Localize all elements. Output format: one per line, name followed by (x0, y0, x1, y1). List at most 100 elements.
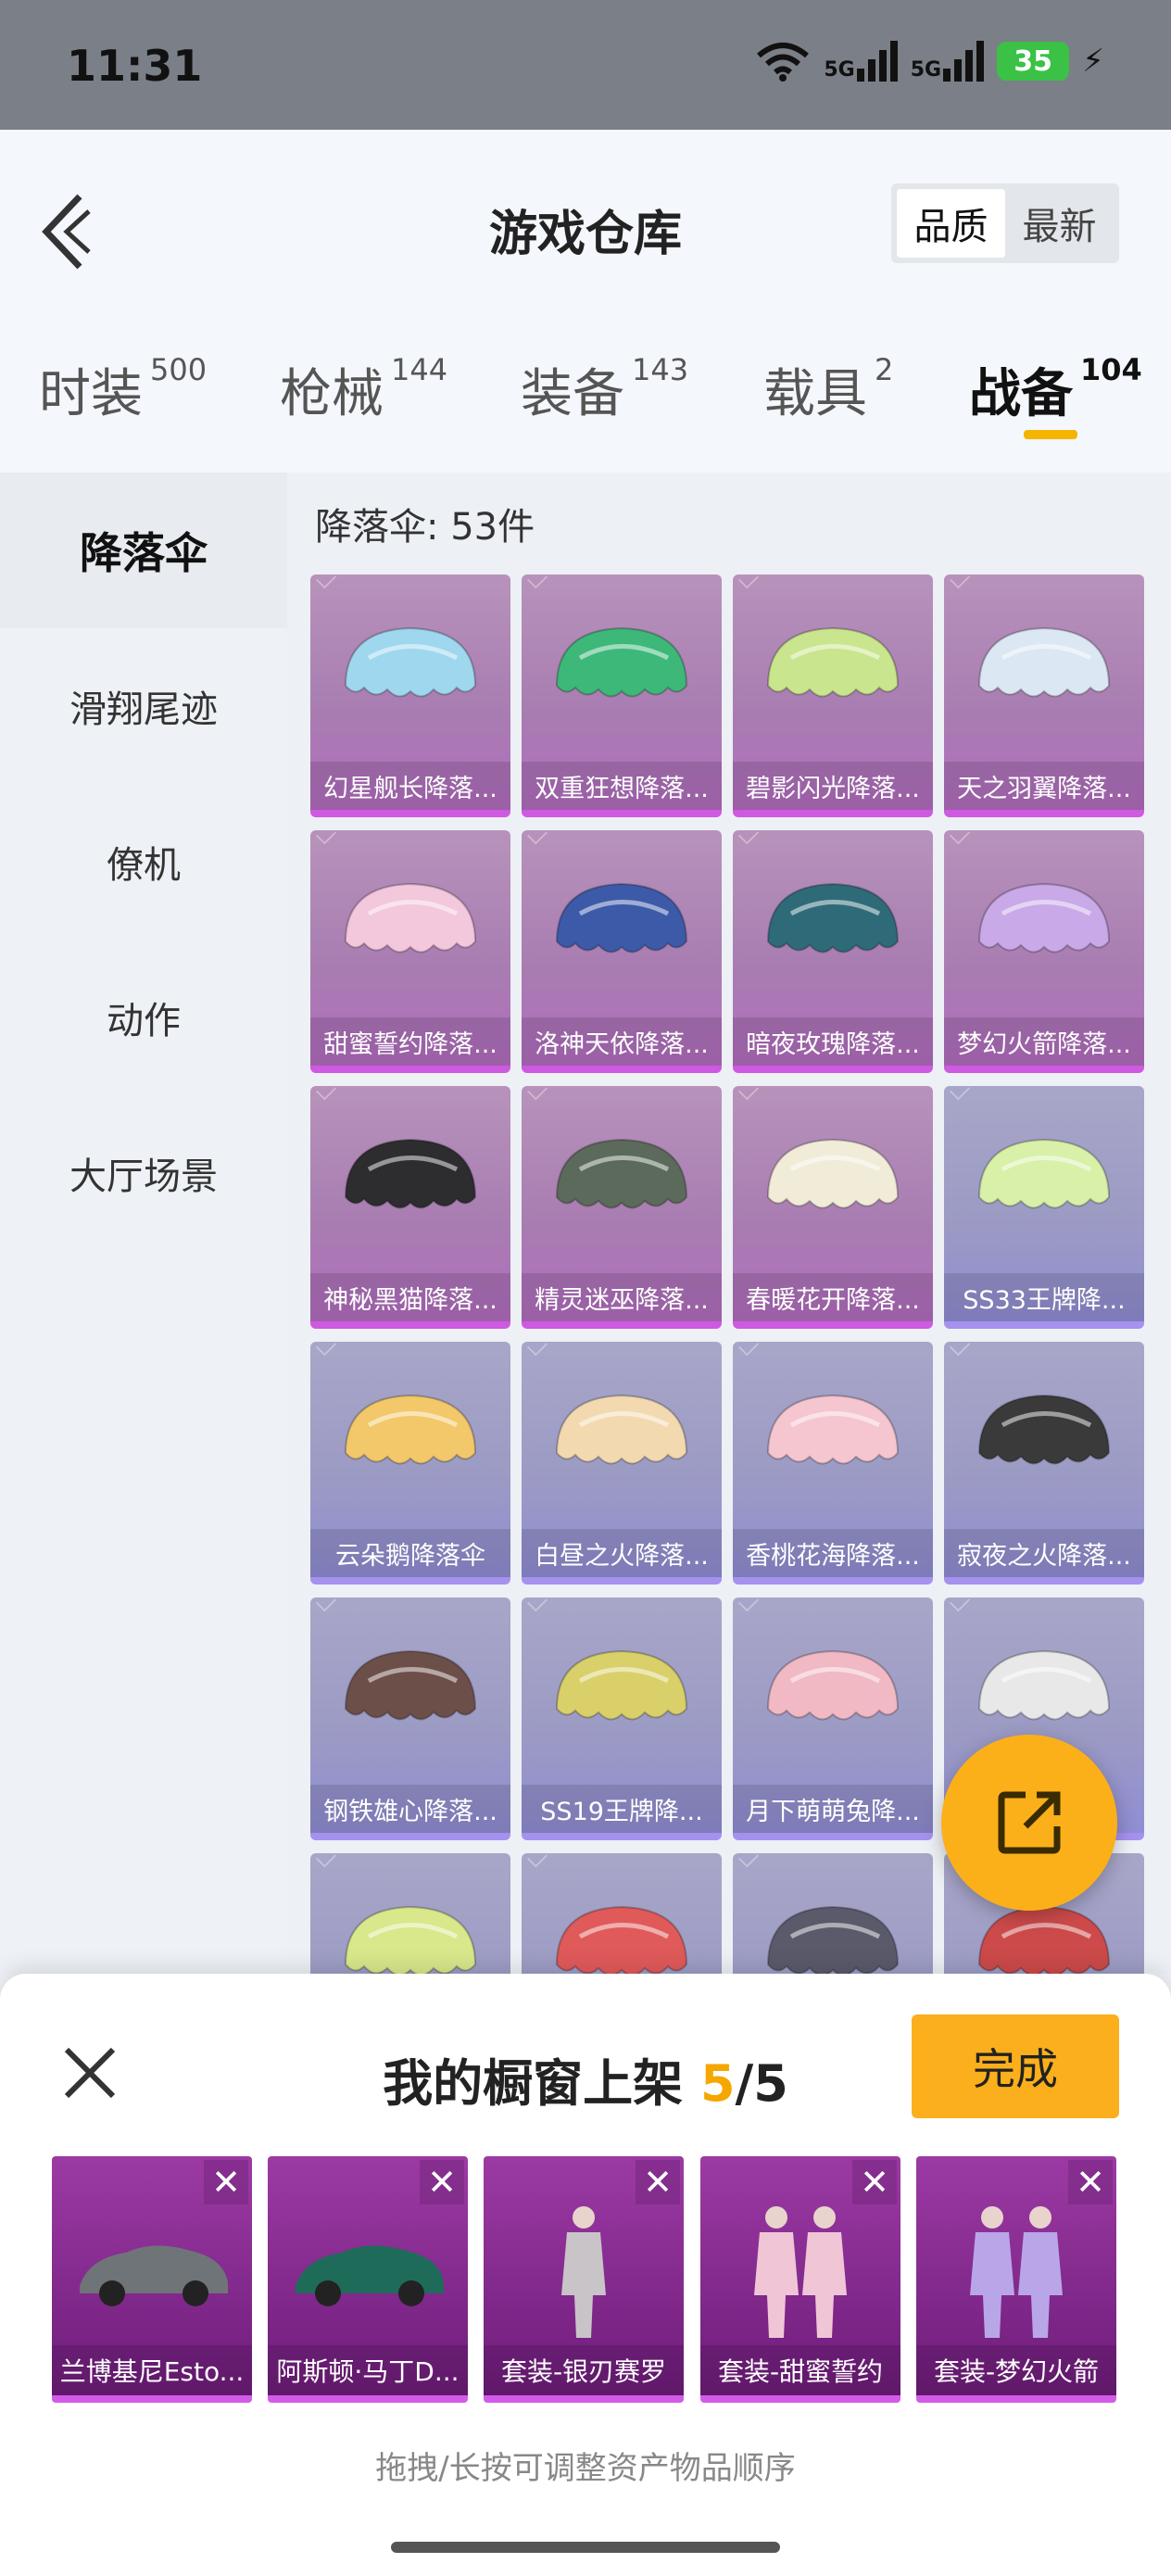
share-button[interactable] (941, 1735, 1117, 1911)
tab-gear[interactable]: 战备 104 (969, 352, 1142, 427)
home-indicator[interactable] (391, 2542, 780, 2553)
sort-option-quality[interactable]: 品质 (897, 189, 1005, 258)
parachute-icon (766, 1905, 900, 1974)
parachute-card[interactable]: 云朵鹅降落伞 (310, 1342, 510, 1585)
sidebar-item-lobby-scene[interactable]: 大厅场景 (0, 1095, 287, 1251)
sidebar-item-wingman[interactable]: 僚机 (0, 784, 287, 940)
parachute-icon (977, 1138, 1111, 1209)
parachute-icon (977, 1394, 1111, 1465)
parachute-card[interactable]: 双重狂想降落... (522, 575, 722, 817)
check-icon (527, 1597, 548, 1612)
parachute-icon (766, 1394, 900, 1465)
sort-toggle: 品质 最新 (891, 183, 1119, 263)
tab-vehicles[interactable]: 载具 2 (763, 352, 893, 427)
parachute-card[interactable]: 白昼之火降落... (522, 1342, 722, 1585)
parachute-card[interactable]: 甜蜜誓约降落... (310, 830, 510, 1073)
check-icon (738, 575, 760, 589)
parachute-card[interactable]: 梦幻火箭降落... (944, 830, 1144, 1073)
parachute-card[interactable]: 香桃花海降落... (733, 1342, 933, 1585)
parachute-card-label: 寂夜之火降落... (944, 1529, 1144, 1577)
parachute-card[interactable]: 钢铁雄心降落... (310, 1597, 510, 1840)
done-button[interactable]: 完成 (912, 2014, 1119, 2118)
car-icon (80, 2245, 228, 2306)
parachute-card[interactable]: SS19王牌降... (522, 1597, 722, 1840)
tab-label: 时装 (39, 364, 143, 424)
parachute-icon (344, 1905, 477, 1974)
showcase-item-label: 阿斯顿·马丁D... (268, 2345, 468, 2395)
showcase-title-text: 我的橱窗上架 (383, 2054, 700, 2113)
parachute-card[interactable]: 天之羽翼降落... (944, 575, 1144, 817)
parachute-card[interactable] (522, 1853, 722, 1974)
parachute-card[interactable]: 碧影闪光降落... (733, 575, 933, 817)
showcase-item[interactable]: ✕ 阿斯顿·马丁D... (268, 2156, 468, 2403)
parachute-card[interactable]: 月下萌萌兔降... (733, 1597, 933, 1840)
character-outfit-icon (754, 2206, 847, 2338)
parachute-icon (766, 626, 900, 698)
showcase-item-label: 套装-银刃赛罗 (484, 2345, 684, 2395)
parachute-card[interactable]: 幻星舰长降落... (310, 575, 510, 817)
check-icon (527, 830, 548, 845)
parachute-card[interactable]: SS33王牌降... (944, 1086, 1144, 1329)
tab-fashion[interactable]: 时装 500 (39, 352, 207, 427)
parachute-card[interactable] (733, 1853, 933, 1974)
parachute-card-label: SS19王牌降... (522, 1785, 722, 1833)
reorder-hint: 拖拽/长按可调整资产物品顺序 (375, 2450, 796, 2487)
parachute-icon (766, 1138, 900, 1209)
parachute-card[interactable]: 神秘黑猫降落... (310, 1086, 510, 1329)
parachute-icon (766, 1649, 900, 1721)
page-header: 游戏仓库 品质 最新 时装 500 枪械 144 装备 143 载具 2 战备 104 (0, 130, 1171, 473)
parachute-card-label: SS33王牌降... (944, 1273, 1144, 1321)
parachute-icon (344, 626, 477, 698)
tab-count: 2 (875, 352, 894, 387)
showcase-current-count: 5 (699, 2054, 736, 2113)
sidebar-item-parachute[interactable]: 降落伞 (0, 473, 287, 628)
parachute-card-label: 天之羽翼降落... (944, 762, 1144, 810)
showcase-item[interactable]: ✕ 套装-甜蜜誓约 (700, 2156, 900, 2403)
check-icon (738, 830, 760, 845)
showcase-item[interactable]: ✕ 套装-梦幻火箭 (916, 2156, 1116, 2403)
check-icon (316, 1853, 337, 1868)
check-icon (316, 575, 337, 589)
parachute-icon (555, 1649, 688, 1721)
sidebar-item-emote[interactable]: 动作 (0, 940, 287, 1095)
item-count-label: 降落伞: 53件 (315, 506, 535, 549)
status-bar: 11:31 5G 5G 35 ⚡ (0, 0, 1171, 130)
character-outfit-icon (561, 2206, 606, 2338)
status-time: 11:31 (67, 41, 203, 91)
parachute-card[interactable]: 寂夜之火降落... (944, 1342, 1144, 1585)
parachute-card[interactable]: 暗夜玫瑰降落... (733, 830, 933, 1073)
network-type-label: 5G (824, 58, 855, 82)
parachute-icon (555, 626, 688, 698)
showcase-total: /5 (735, 2054, 788, 2113)
check-icon (950, 1342, 971, 1357)
showcase-sheet: 我的橱窗上架 5/5 完成 ✕ 兰博基尼Esto... ✕ 阿斯顿·马丁D... ✕ 套装… (0, 1974, 1171, 2576)
sidebar-item-glide-trail[interactable]: 滑翔尾迹 (0, 628, 287, 784)
check-icon (316, 1342, 337, 1357)
showcase-item-label: 套装-甜蜜誓约 (700, 2345, 900, 2395)
network-type-label: 5G (910, 58, 942, 82)
showcase-item[interactable]: ✕ 兰博基尼Esto... (52, 2156, 252, 2403)
tab-weapons[interactable]: 枪械 144 (280, 352, 447, 427)
showcase-item[interactable]: ✕ 套装-银刃赛罗 (484, 2156, 684, 2403)
parachute-card[interactable]: 精灵迷巫降落... (522, 1086, 722, 1329)
check-icon (950, 830, 971, 845)
tab-count: 500 (150, 352, 208, 387)
parachute-card-label: 甜蜜誓约降落... (310, 1017, 510, 1066)
check-icon (527, 1086, 548, 1101)
check-icon (950, 575, 971, 589)
signal-bars-icon (856, 41, 898, 82)
sort-option-newest[interactable]: 最新 (1005, 189, 1114, 258)
parachute-card[interactable]: 洛神天依降落... (522, 830, 722, 1073)
parachute-card-label: 云朵鹅降落伞 (310, 1529, 510, 1577)
parachute-card-label: 双重狂想降落... (522, 762, 722, 810)
parachute-icon (977, 882, 1111, 953)
showcase-item-label: 套装-梦幻火箭 (916, 2345, 1116, 2395)
signal-1: 5G (824, 41, 898, 82)
check-icon (950, 1597, 971, 1612)
parachute-card[interactable]: 春暖花开降落... (733, 1086, 933, 1329)
tab-equipment[interactable]: 装备 143 (521, 352, 688, 427)
tab-label: 枪械 (280, 364, 384, 424)
wifi-icon (757, 43, 810, 82)
parachute-card[interactable] (310, 1853, 510, 1974)
parachute-icon (977, 626, 1111, 698)
